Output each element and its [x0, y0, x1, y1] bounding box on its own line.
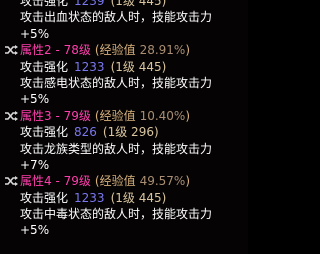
attribute-name: 属性2 - [20, 43, 60, 58]
attribute-name: 属性3 - [20, 108, 60, 123]
skill-label: 攻击强化 [20, 0, 69, 8]
shuffle-icon [5, 45, 18, 56]
skill-level: (1级 296) [102, 125, 159, 140]
skill-level: (1级 445) [110, 190, 167, 205]
attribute-level: 78级 [63, 43, 91, 58]
skill-label: 攻击强化 [20, 59, 69, 74]
skill-line: 攻击强化 1239 (1级 445) [0, 0, 248, 9]
attribute-list: 攻击强化 1239 (1级 445) 攻击出血状态的敌人时，技能攻击力 +5% 属性… [0, 0, 248, 239]
effect-description: 攻击中毒状态的敌人时，技能攻击力 [20, 207, 213, 222]
attribute-name: 属性4 - [20, 174, 60, 189]
attribute-block-2: 属性2 - 78级 (经验值 28.91%) 攻击强化 1233 (1级 445) 攻击… [0, 42, 248, 108]
skill-line: 攻击强化 1233 (1级 445) [0, 59, 248, 75]
effect-bonus: +5% [20, 223, 50, 238]
exp-value: 28.91% [139, 43, 186, 58]
exp-close: ) [185, 108, 191, 123]
effect-bonus: +5% [20, 26, 50, 41]
skill-level: (1级 445) [110, 0, 167, 8]
skill-value: 1233 [74, 59, 105, 74]
attribute-block-1: 攻击强化 1239 (1级 445) 攻击出血状态的敌人时，技能攻击力 +5% [0, 0, 248, 42]
exp-value: 49.57% [139, 174, 186, 189]
skill-value: 1233 [74, 190, 105, 205]
attribute-level: 79级 [63, 108, 91, 123]
attribute-block-4: 属性4 - 79级 (经验值 49.57%) 攻击强化 1233 (1级 445) 攻击… [0, 173, 248, 239]
effect-description: 攻击感电状态的敌人时，技能攻击力 [20, 75, 213, 90]
skill-level: (1级 445) [110, 59, 167, 74]
attribute-header: 属性2 - 78级 (经验值 28.91%) [0, 42, 248, 58]
attribute-block-3: 属性3 - 79级 (经验值 10.40%) 攻击强化 826 (1级 296) 攻击龙… [0, 108, 248, 174]
skill-line: 攻击强化 1233 (1级 445) [0, 190, 248, 206]
effect-description: 攻击出血状态的敌人时，技能攻击力 [20, 10, 213, 25]
exp-label: (经验值 [94, 43, 136, 58]
skill-label: 攻击强化 [20, 190, 69, 205]
exp-close: ) [185, 43, 191, 58]
attribute-header: 属性3 - 79级 (经验值 10.40%) [0, 108, 248, 124]
skill-line: 攻击强化 826 (1级 296) [0, 124, 248, 140]
skill-value: 826 [74, 125, 97, 140]
skill-value: 1239 [74, 0, 105, 8]
exp-label: (经验值 [94, 174, 136, 189]
skill-label: 攻击强化 [20, 125, 69, 140]
exp-value: 10.40% [139, 108, 186, 123]
shuffle-icon [5, 110, 18, 121]
attribute-level: 79级 [63, 174, 91, 189]
exp-close: ) [185, 174, 191, 189]
effect-description: 攻击龙族类型的敌人时，技能攻击力 [20, 141, 213, 156]
effect-bonus: +5% [20, 92, 50, 107]
attribute-header: 属性4 - 79级 (经验值 49.57%) [0, 173, 248, 189]
effect-bonus: +7% [20, 157, 50, 172]
exp-label: (经验值 [94, 108, 136, 123]
item-attribute-tooltip: 攻击强化 1239 (1级 445) 攻击出血状态的敌人时，技能攻击力 +5% 属性… [0, 0, 248, 254]
shuffle-icon [5, 176, 18, 187]
